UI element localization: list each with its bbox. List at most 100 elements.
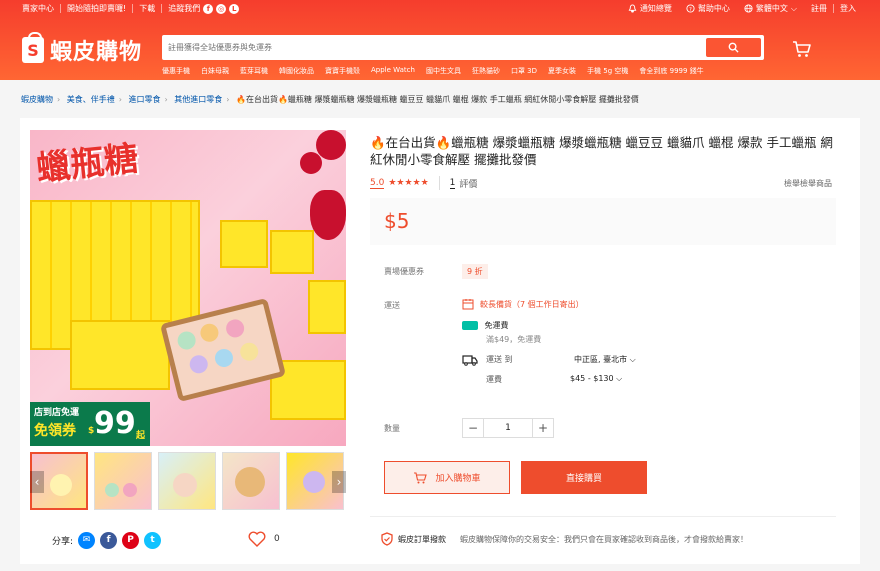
- suggestion-link[interactable]: 優惠手機: [162, 66, 190, 76]
- breadcrumb-item[interactable]: 美食、伴手禮: [67, 95, 115, 104]
- thumbnail[interactable]: [94, 452, 152, 510]
- candy-image: [187, 353, 210, 376]
- chevron-right-icon: ›: [118, 95, 122, 104]
- candy-image: [238, 340, 261, 363]
- follow-label: 追蹤我們: [168, 4, 201, 13]
- thumbnail-next-arrow[interactable]: ›: [332, 471, 346, 493]
- calendar-icon: [462, 299, 474, 310]
- price-box: $5: [370, 198, 836, 245]
- chevron-down-icon: ⌵: [790, 3, 797, 13]
- review-label: 評價: [459, 179, 478, 190]
- free-shipping: 免運費: [462, 320, 509, 331]
- help-icon: ?: [686, 4, 695, 13]
- instagram-icon[interactable]: ◎: [216, 3, 227, 14]
- ship-to-selector[interactable]: 中正區, 臺北市 ⌵: [574, 354, 636, 365]
- candy-box-image: [270, 230, 314, 274]
- candy-image: [198, 321, 221, 344]
- thumbnail-prev-arrow[interactable]: ‹: [30, 471, 44, 493]
- suggestion-link[interactable]: 口罩 3D: [511, 66, 537, 76]
- suggestion-link[interactable]: 夏季女裝: [548, 66, 576, 76]
- messenger-icon[interactable]: ✉: [78, 532, 96, 549]
- decrease-button[interactable]: −: [462, 418, 484, 438]
- thumbnail[interactable]: [222, 452, 280, 510]
- free-shipping-sub: 滿$49，免運費: [486, 335, 542, 344]
- review-count[interactable]: 1: [449, 178, 456, 189]
- chevron-down-icon: ⌵: [616, 374, 623, 383]
- facebook-icon[interactable]: f: [203, 3, 214, 14]
- thumbnail[interactable]: [158, 452, 216, 510]
- notifications-link[interactable]: 通知總覽: [628, 3, 672, 14]
- add-to-cart-button[interactable]: 加入購物車: [384, 461, 510, 494]
- suggestion-link[interactable]: 白妹母親: [201, 66, 229, 76]
- product-card: 蠟瓶糖 店到店免運 免領券 $ 99 起 ‹ › 分享: ✉ f P t 0 🔥…: [20, 118, 860, 564]
- suggestion-link[interactable]: 手機 5g 空機: [587, 66, 628, 76]
- product-title: 🔥在台出貨🔥蠟瓶糖 爆漿蠟瓶糖 爆漿蠟瓶糖 蠟豆豆 蠟貓爪 蠟棍 爆款 手工蠟瓶…: [370, 135, 833, 167]
- increase-button[interactable]: +: [532, 418, 554, 438]
- divider: [60, 4, 61, 13]
- buy-now-button[interactable]: 直接購買: [521, 461, 647, 494]
- suggestion-link[interactable]: 藍芽耳機: [240, 66, 268, 76]
- candy-box-image: [220, 220, 268, 268]
- language-selector[interactable]: 繁體中文 ⌵: [744, 3, 797, 14]
- shopee-logo[interactable]: S 蝦皮購物: [22, 32, 142, 66]
- help-link[interactable]: ? 幫助中心: [686, 3, 730, 14]
- guarantee-title: 蝦皮訂單撥款: [398, 534, 446, 544]
- svg-text:?: ?: [689, 7, 692, 13]
- truck-icon: [462, 355, 478, 366]
- thumbnail-candy: [235, 467, 265, 497]
- topbar: 賣家中心 開始隨拍即賣囉! 下載 追蹤我們 f ◎ L 通知總覽 ? 幫助中心 …: [0, 0, 880, 18]
- suggestion-link[interactable]: 狂熱貓砂: [472, 66, 500, 76]
- quantity-label: 數量: [384, 424, 400, 433]
- suggestion-link[interactable]: 寶寶手機殼: [325, 66, 360, 76]
- breadcrumb-item[interactable]: 其他進口零食: [174, 95, 222, 104]
- guarantee-row: 蝦皮訂單撥款 蝦皮購物保障你的交易安全：我們只會在買家確認收到商品後，才會撥款給…: [380, 532, 748, 546]
- search-input[interactable]: [168, 38, 698, 57]
- facebook-icon[interactable]: f: [100, 532, 118, 549]
- pinterest-icon[interactable]: P: [122, 532, 140, 549]
- bell-icon: [628, 4, 637, 13]
- suggestion-link[interactable]: Apple Watch: [371, 66, 415, 76]
- twitter-icon[interactable]: t: [144, 532, 162, 549]
- line-icon[interactable]: L: [229, 3, 240, 14]
- register-link[interactable]: 註冊: [811, 3, 827, 14]
- sell-link[interactable]: 開始隨拍即賣囉!: [67, 3, 126, 14]
- voucher-badge[interactable]: 9 折: [462, 264, 488, 279]
- ship-to-label: 運送 到: [486, 355, 513, 364]
- shield-icon: [381, 532, 393, 546]
- free-shipping-text: 免運費: [484, 321, 509, 330]
- cart-icon[interactable]: [792, 40, 812, 61]
- like-button[interactable]: 0: [248, 531, 280, 547]
- help-label: 幫助中心: [697, 4, 730, 13]
- breadcrumb-item[interactable]: 蝦皮購物: [21, 95, 53, 104]
- quantity-stepper: − 1 +: [462, 418, 554, 438]
- candy-image: [224, 317, 247, 340]
- shipping-fee-selector[interactable]: $45 - $130 ⌵: [570, 374, 622, 384]
- chevron-right-icon: ›: [226, 95, 230, 104]
- thumbnail-candy: [50, 474, 72, 496]
- notifications-label: 通知總覽: [639, 4, 672, 13]
- search-bar: [162, 35, 764, 60]
- download-link[interactable]: 下載: [139, 3, 155, 14]
- quantity-input[interactable]: 1: [484, 418, 532, 438]
- suggestion-link[interactable]: 會全到底 9999 錢牛: [639, 66, 703, 76]
- breadcrumb-current: 🔥在台出貨🔥蠟瓶糖 爆漿蠟瓶糖 爆漿蠟瓶糖 蠟豆豆 蠟貓爪 蠟棍 爆款 手工蠟瓶…: [236, 95, 639, 104]
- share-section: 分享: ✉ f P t: [52, 532, 162, 549]
- product-main-image[interactable]: 蠟瓶糖 店到店免運 免領券 $ 99 起: [30, 130, 346, 446]
- login-link[interactable]: 登入: [840, 3, 856, 14]
- suggestion-link[interactable]: 韓國化妝品: [279, 66, 314, 76]
- report-link[interactable]: 檢舉檢舉商品: [784, 178, 832, 189]
- seller-center-link[interactable]: 賣家中心: [22, 3, 54, 14]
- thumbnail-strip: ‹ ›: [30, 452, 346, 510]
- shipping-label: 運送: [384, 301, 400, 310]
- thumbnail-candy: [123, 483, 137, 497]
- search-icon: [728, 42, 739, 53]
- heart-icon: [248, 531, 266, 547]
- voucher-line1: 店到店免運: [34, 408, 80, 418]
- rating-score[interactable]: 5.0: [370, 178, 385, 189]
- suggestion-link[interactable]: 國中生文具: [426, 66, 461, 76]
- thumbnail-candy: [303, 471, 325, 493]
- candy-box-image: [308, 280, 346, 334]
- breadcrumb-item[interactable]: 進口零食: [129, 95, 161, 104]
- search-button[interactable]: [706, 38, 761, 57]
- voucher-suffix: 起: [136, 431, 146, 441]
